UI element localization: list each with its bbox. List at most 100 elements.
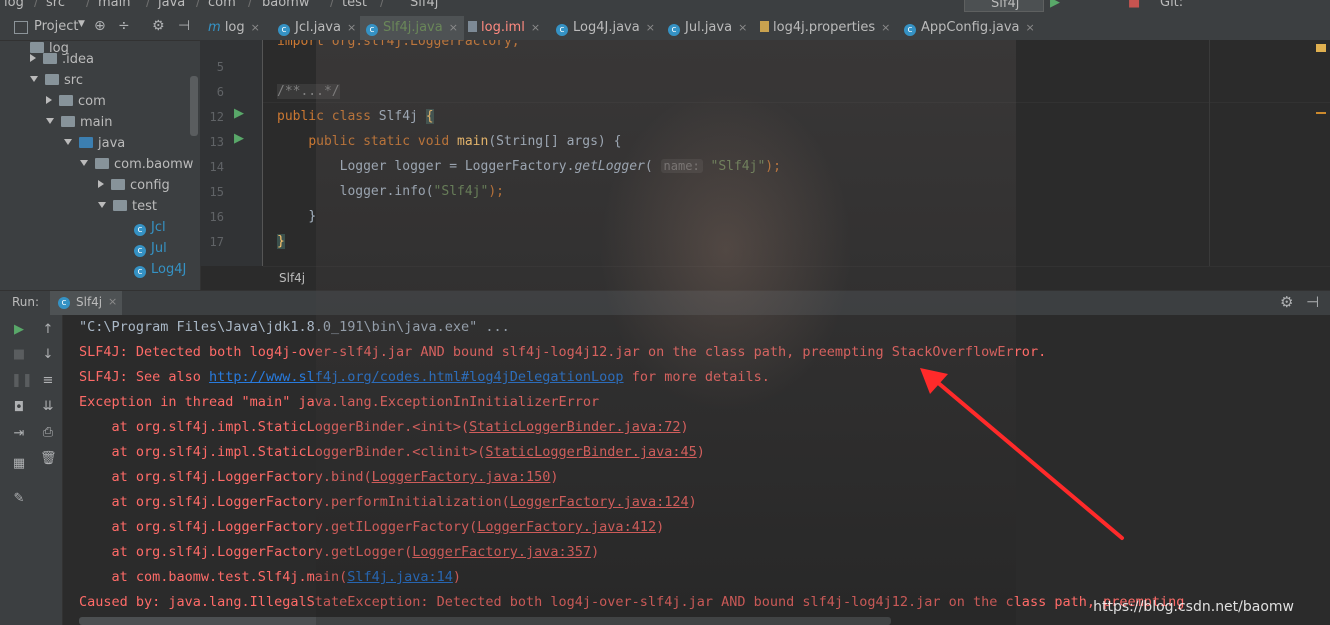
tab-appconfig-java[interactable]: c AppConfig.java × (898, 16, 1035, 40)
run-config-select[interactable]: Slf4j (964, 0, 1045, 12)
gear-icon[interactable]: ⚙ (1280, 293, 1293, 311)
console-toolbar: ↑ ↓ ≡ ⇊ ⎙ 🗑 (36, 315, 63, 625)
chevron-down-icon[interactable] (46, 118, 54, 124)
breadcrumb-class[interactable]: Slf4j (279, 271, 305, 285)
stack-frame-link[interactable]: LoggerFactory.java:124 (510, 494, 689, 510)
chevron-right-icon[interactable] (98, 180, 104, 188)
console-line-error: SLF4J: See also http://www.slf4j.org/cod… (79, 369, 770, 385)
stack-frame-link[interactable]: StaticLoggerBinder.java:45 (485, 444, 696, 460)
breadcrumb-src[interactable]: src (46, 0, 65, 10)
arrow-up-icon[interactable]: ↑ (40, 322, 56, 338)
tree-item-test[interactable]: test (98, 196, 157, 217)
class-icon: c (58, 297, 70, 309)
tab-jul-java[interactable]: c Jul.java × (662, 16, 752, 40)
run-icon[interactable]: ▶ (1050, 0, 1060, 10)
tab-log[interactable]: m log × (202, 16, 274, 40)
tab-slf4j-java[interactable]: c Slf4j.java × (360, 16, 464, 40)
close-icon[interactable]: × (251, 21, 260, 34)
run-gutter-icon[interactable]: ▶ (234, 106, 244, 121)
stack-frame-link[interactable]: LoggerFactory.java:357 (412, 544, 591, 560)
tree-item-jul[interactable]: c Jul (134, 238, 167, 259)
stack-frame: at com.baomw.test.Slf4j.main(Slf4j.java:… (79, 569, 462, 585)
file-icon (468, 21, 477, 32)
chevron-right-icon[interactable] (30, 54, 36, 62)
class-icon: c (366, 24, 378, 36)
breadcrumb-java[interactable]: java (158, 0, 185, 10)
dump-threads-icon[interactable]: ◘ (11, 400, 27, 416)
project-panel-title[interactable]: Project (34, 19, 78, 34)
console-output[interactable]: "C:\Program Files\Java\jdk1.8.0_191\bin\… (63, 315, 1330, 625)
code-editor[interactable]: import org.slf4j.LoggerFactory; /**...*/… (263, 40, 1330, 266)
breadcrumb-main[interactable]: main (98, 0, 130, 10)
tab-log4j-java[interactable]: c Log4J.java × (550, 16, 660, 40)
close-icon[interactable]: × (881, 21, 890, 34)
tree-item-com[interactable]: com (46, 91, 106, 112)
stack-frame-link[interactable]: LoggerFactory.java:150 (372, 469, 551, 485)
breadcrumb-test[interactable]: test (342, 0, 367, 10)
tree-item-main[interactable]: main (46, 112, 112, 133)
chevron-down-icon[interactable]: ▼ (78, 19, 85, 29)
soft-wrap-icon[interactable]: ≡ (40, 373, 56, 389)
warning-stripe[interactable] (1316, 44, 1326, 52)
stack-frame-link[interactable]: Slf4j.java:14 (347, 569, 453, 585)
error-stripe[interactable] (1316, 112, 1326, 114)
tree-item-config[interactable]: config (98, 175, 170, 196)
tree-item-src[interactable]: src (30, 70, 83, 91)
chevron-right-icon[interactable] (46, 96, 52, 104)
stack-frame-link[interactable]: LoggerFactory.java:412 (477, 519, 656, 535)
rerun-icon[interactable]: ▶ (11, 322, 27, 338)
close-icon[interactable]: × (531, 21, 540, 34)
line-number: 13 (209, 135, 224, 149)
scrollbar[interactable] (190, 76, 198, 136)
tab-log-iml[interactable]: log.iml × (462, 16, 548, 40)
close-icon[interactable]: × (646, 21, 655, 34)
close-icon[interactable]: × (347, 21, 356, 34)
console-link[interactable]: http://www.slf4j.org/codes.html#log4jDel… (209, 369, 624, 385)
chevron-down-icon[interactable] (80, 160, 88, 166)
stack-frame: at org.slf4j.LoggerFactory.getILoggerFac… (79, 519, 665, 535)
breadcrumb-baomw[interactable]: baomw (262, 0, 309, 10)
tree-item-com-baomw[interactable]: com.baomw (80, 154, 193, 175)
stop-icon[interactable]: ■ (1128, 0, 1140, 10)
folder-icon (43, 53, 57, 64)
close-icon[interactable]: × (1025, 21, 1034, 34)
tree-item-java[interactable]: java (64, 133, 125, 154)
pause-icon[interactable]: ❚❚ (11, 373, 33, 389)
run-gutter-icon[interactable]: ▶ (234, 131, 244, 146)
gear-icon[interactable]: ⚙ (152, 18, 165, 34)
breadcrumb-slf4j[interactable]: Slf4j (410, 0, 438, 10)
tree-item-jcl[interactable]: c Jcl (134, 217, 166, 238)
right-margin-guide (1209, 40, 1210, 266)
tab-log4j-properties[interactable]: log4j.properties × (754, 16, 896, 40)
pin-icon[interactable]: ✎ (11, 491, 27, 507)
chevron-down-icon[interactable] (98, 202, 106, 208)
class-icon: c (556, 24, 568, 36)
close-icon[interactable]: × (449, 21, 458, 34)
chevron-down-icon[interactable] (30, 76, 38, 82)
folder-icon (45, 74, 59, 85)
stack-frame: at org.slf4j.LoggerFactory.getLogger(Log… (79, 544, 600, 560)
arrow-down-icon[interactable]: ↓ (40, 347, 56, 363)
stop-icon[interactable]: ■ (11, 347, 27, 363)
editor-tab-bar: m log × c Jcl.java × c Slf4j.java × log.iml × … (200, 16, 1330, 41)
tree-item-log4j[interactable]: c Log4J (134, 259, 186, 280)
trash-icon[interactable]: 🗑 (40, 451, 57, 467)
print-icon[interactable]: ⎙ (40, 425, 56, 441)
tab-jcl-java[interactable]: c Jcl.java × (272, 16, 364, 40)
breadcrumb-log[interactable]: log (4, 0, 24, 10)
tree-item-idea[interactable]: .idea (30, 49, 94, 70)
breadcrumb-com[interactable]: com (208, 0, 236, 10)
layout-icon[interactable]: ▦ (11, 456, 27, 472)
close-icon[interactable]: × (108, 295, 117, 308)
stack-frame-link[interactable]: StaticLoggerBinder.java:72 (469, 419, 680, 435)
chevron-down-icon[interactable] (64, 139, 72, 145)
exit-icon[interactable]: ⇥ (11, 426, 27, 442)
scroll-to-end-icon[interactable]: ⇊ (40, 399, 56, 415)
close-icon[interactable]: × (738, 21, 747, 34)
scrollbar[interactable] (79, 617, 891, 625)
hide-icon[interactable]: ⊣ (1306, 293, 1319, 311)
collapse-icon[interactable]: ÷ (118, 18, 130, 34)
target-icon[interactable]: ⊕ (94, 18, 106, 34)
run-tab-slf4j[interactable]: c Slf4j × (50, 291, 122, 315)
hide-icon[interactable]: ⊣ (178, 18, 190, 34)
